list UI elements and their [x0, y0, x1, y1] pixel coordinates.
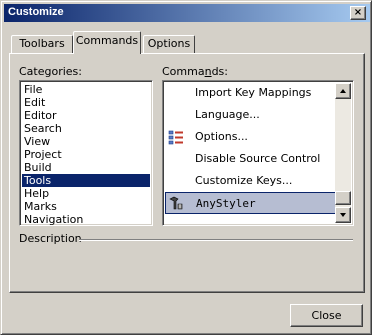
tab-commands[interactable]: Commands — [73, 31, 141, 54]
category-item-build[interactable]: Build — [22, 161, 150, 174]
command-label: Disable Source Control — [195, 152, 321, 165]
categories-label: Categories: — [19, 65, 82, 78]
arrow-up-icon — [340, 89, 346, 93]
arrow-down-icon — [340, 213, 346, 217]
description-divider — [79, 239, 353, 241]
description-label: Description — [19, 232, 82, 245]
command-label: Import Key Mappings — [195, 86, 312, 99]
category-item-help[interactable]: Help — [22, 187, 150, 200]
command-item-import-key-mappings[interactable]: Import Key Mappings — [165, 82, 337, 104]
command-item-language[interactable]: Language... — [165, 104, 337, 126]
category-item-editor[interactable]: Editor — [22, 109, 150, 122]
category-item-marks[interactable]: Marks — [22, 200, 150, 213]
category-item-file[interactable]: File — [22, 83, 150, 96]
title-bar[interactable]: Customize × — [4, 4, 370, 22]
category-item-navigation[interactable]: Navigation — [22, 213, 150, 225]
commands-label: Commands: — [162, 65, 228, 78]
categories-list[interactable]: File Edit Editor Search View Project Bui… — [19, 80, 153, 226]
commands-list[interactable]: Import Key Mappings Language... Options.… — [162, 80, 354, 226]
commands-scrollbar[interactable] — [335, 83, 351, 223]
options-list-icon — [168, 129, 184, 145]
command-label: Language... — [195, 108, 260, 121]
scroll-down-button[interactable] — [335, 207, 351, 223]
close-window-button[interactable]: × — [350, 6, 366, 20]
command-label: Options... — [195, 130, 248, 143]
customize-dialog: Customize × Toolbars Commands Options Ca… — [0, 0, 372, 335]
tab-options[interactable]: Options — [143, 35, 195, 53]
command-label: Customize Keys... — [195, 174, 293, 187]
window-title: Customize — [8, 6, 64, 18]
category-item-project[interactable]: Project — [22, 148, 150, 161]
category-item-tools[interactable]: Tools — [22, 174, 150, 187]
tab-toolbars[interactable]: Toolbars — [11, 35, 73, 53]
command-label: AnyStyler — [196, 197, 256, 210]
command-item-options[interactable]: Options... — [165, 126, 337, 148]
close-button[interactable]: Close — [290, 304, 363, 327]
command-item-anystyler[interactable]: AnyStyler — [165, 192, 337, 214]
command-item-disable-source-control[interactable]: Disable Source Control — [165, 148, 337, 170]
anystyler-icon — [168, 195, 184, 211]
category-item-edit[interactable]: Edit — [22, 96, 150, 109]
command-item-customize-keys[interactable]: Customize Keys... — [165, 170, 337, 192]
category-item-view[interactable]: View — [22, 135, 150, 148]
scroll-up-button[interactable] — [335, 83, 351, 99]
scroll-thumb[interactable] — [335, 191, 351, 205]
category-item-search[interactable]: Search — [22, 122, 150, 135]
